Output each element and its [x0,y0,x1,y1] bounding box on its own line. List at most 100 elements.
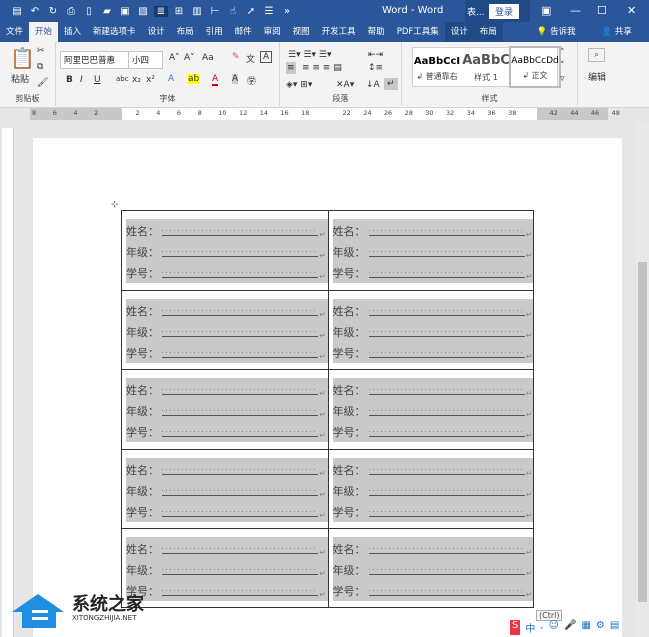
clear-format-icon[interactable]: ✎ [232,52,240,62]
indent-icon[interactable]: ⇤⇥ [368,50,383,60]
page-icon[interactable]: ≣ [154,5,168,17]
blank-underline[interactable] [162,324,319,337]
touch-icon[interactable]: ☝ [226,6,240,17]
tab-1[interactable]: 开始 [29,22,59,42]
blank-underline[interactable] [368,584,525,596]
show-marks-icon[interactable]: ↵ [384,78,398,90]
vertical-ruler[interactable] [2,128,14,637]
list-icon[interactable]: ☰ [262,6,276,17]
tab-3[interactable]: 新建选项卡 [87,22,142,42]
blank-underline[interactable] [162,303,319,316]
tab-4[interactable]: 设计 [142,22,171,42]
strikethrough-button[interactable]: abc [116,75,129,83]
save-icon[interactable]: ▤ [10,6,24,17]
blank-underline[interactable] [368,563,525,575]
blank-underline[interactable] [162,462,319,475]
sogou-icon[interactable]: S [510,620,521,635]
paste-button[interactable]: 粘贴 [11,72,29,85]
text-effects-icon[interactable]: A [168,74,174,84]
columns-icon[interactable]: ▥ [190,6,204,17]
undo-icon[interactable]: ↶ [28,6,42,17]
bold-button[interactable]: B [66,75,73,85]
minimize-button[interactable]: — [570,4,581,17]
styles-scroll-icon[interactable]: ˄ ˅ ▿ [560,47,565,86]
blank-underline[interactable] [368,324,525,337]
blank-underline[interactable] [162,504,319,517]
blank-underline[interactable] [368,266,525,278]
underline-button[interactable]: U [94,75,101,85]
style-item[interactable]: AaBbC 样式 1 [462,48,510,86]
redo-icon[interactable]: ↻ [46,6,60,17]
bullets-icon[interactable]: ☰▾ ☰▾ ☰▾ [288,50,331,60]
tab-7[interactable]: 邮件 [229,22,258,42]
tab-8[interactable]: 审阅 [258,22,287,42]
font-color-icon[interactable]: A [212,74,219,86]
superscript-button[interactable]: x² [146,75,155,85]
blank-underline[interactable] [368,224,525,236]
enclose-char-icon[interactable]: ㊫ [247,74,256,87]
shading-icon[interactable]: ◈▾ ⊞▾ [286,80,312,90]
blank-underline[interactable] [162,345,319,358]
char-shading-icon[interactable]: A [232,74,239,84]
line-spacing-icon[interactable]: ↕≡ [368,63,383,73]
char-border-icon[interactable]: A [260,51,273,63]
tab-0[interactable]: 文件 [0,22,29,42]
grow-font-icon[interactable]: A˄ [169,53,180,63]
more-icon[interactable]: » [280,6,294,17]
style-item[interactable]: AaBbCcI ↲ 普通靠右 [413,48,461,86]
table-cell[interactable]: 姓名： ↵ 年级： ↵ 学号： ↵ [327,449,534,528]
asian-layout-icon[interactable]: ✕A▾ [336,80,354,90]
align-left-icon[interactable]: ≡ [286,62,296,74]
table-cell[interactable]: 姓名： ↵ 年级： ↵ 学号： ↵ [327,211,534,290]
tab-14[interactable]: 布局 [473,22,503,42]
table-cell[interactable]: 姓名： ↵ 年级： ↵ 学号： ↵ [327,529,534,607]
blank-underline[interactable] [162,584,319,596]
table-cell[interactable]: 姓名： ↵ 年级： ↵ 学号： ↵ [121,449,328,528]
tab-5[interactable]: 布局 [171,22,200,42]
paste-icon[interactable]: 📋 [10,46,35,70]
cut-icon[interactable]: ✂ [37,46,45,56]
blank-underline[interactable] [162,425,319,437]
blank-underline[interactable] [162,483,319,496]
blank-underline[interactable] [162,224,319,236]
copy-icon[interactable]: ⧉ [37,62,43,72]
subscript-button[interactable]: x₂ [132,75,141,85]
tab-10[interactable]: 开发工具 [316,22,362,42]
share-button[interactable]: 👤 共享 [596,22,638,42]
select-icon[interactable]: ➚ [244,6,258,17]
paste-icon[interactable]: ▣ [118,6,132,17]
tab-2[interactable]: 插入 [58,22,87,42]
login-button[interactable]: 登录 [489,4,520,19]
blank-underline[interactable] [368,542,525,554]
blank-underline[interactable] [368,483,525,496]
blank-underline[interactable] [162,542,319,554]
tab-9[interactable]: 视图 [287,22,316,42]
blank-underline[interactable] [368,345,525,358]
print-preview-icon[interactable]: ⎙ [64,6,78,17]
table-icon[interactable]: ⊞ [172,6,186,17]
style-item[interactable]: AaBbCcDd ↲ 正文 [509,46,561,88]
blank-underline[interactable] [162,266,319,278]
table-move-handle-icon[interactable]: ⊹ [111,200,119,210]
blank-underline[interactable] [368,504,525,517]
blank-underline[interactable] [162,404,319,416]
phonetic-icon[interactable]: 文 [246,52,255,65]
italic-button[interactable]: I [80,75,83,85]
search-icon[interactable]: ⌕ [588,48,606,62]
blank-underline[interactable] [368,425,525,437]
tab-11[interactable]: 帮助 [362,22,391,42]
table-cell[interactable]: 姓名： ↵ 年级： ↵ 学号： ↵ [121,370,328,449]
align-icons[interactable]: ≡ ≡ ≡ ▤ [302,63,342,73]
maximize-button[interactable]: ☐ [597,4,607,17]
tab-12[interactable]: PDF工具集 [391,22,445,42]
tab-6[interactable]: 引用 [200,22,229,42]
blank-underline[interactable] [162,563,319,575]
open-icon[interactable]: ▰ [100,6,114,17]
font-size-select[interactable]: 小四 [128,51,163,69]
table-cell[interactable]: 姓名： ↵ 年级： ↵ 学号： ↵ [327,290,534,369]
tab-13[interactable]: 设计 [444,22,474,42]
change-case-button[interactable]: Aa [202,53,214,63]
tell-me-button[interactable]: 💡 告诉我 [531,22,582,42]
blank-underline[interactable] [368,245,525,257]
sort-icon[interactable]: ↓A [366,80,380,90]
